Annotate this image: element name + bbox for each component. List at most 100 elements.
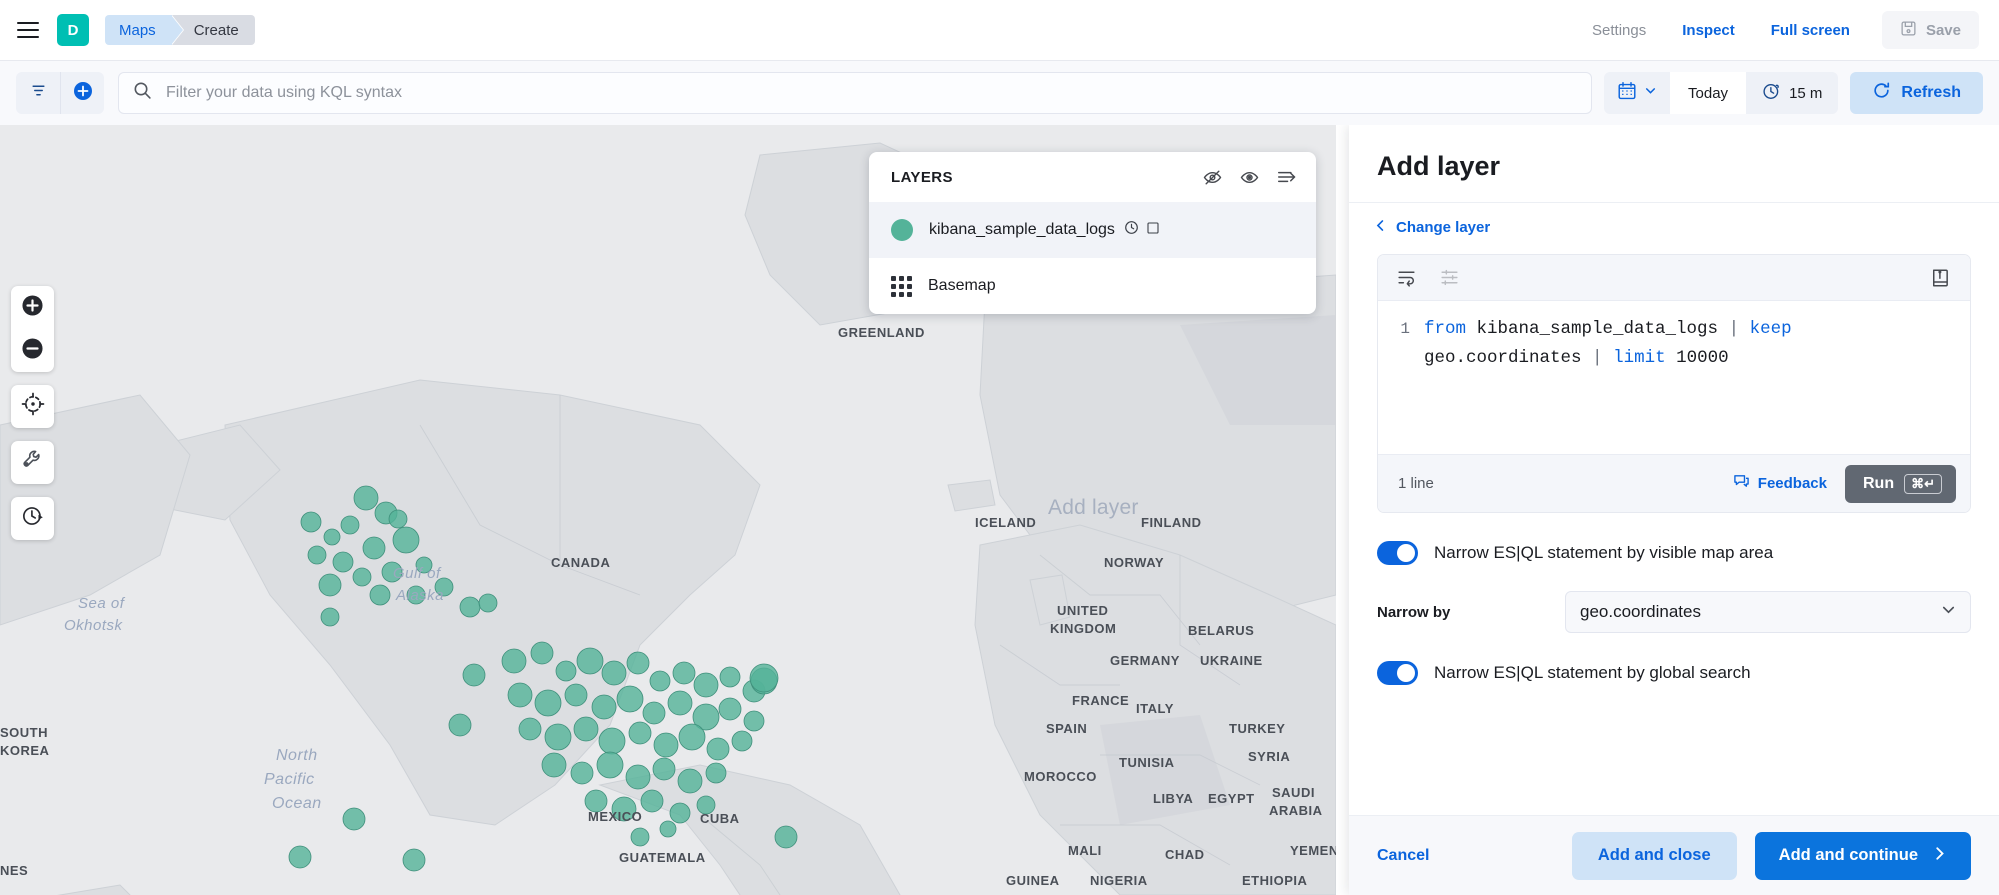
chevron-down-icon: [1941, 602, 1956, 622]
layer-badges: [1124, 220, 1160, 240]
editor-settings-icon: [1439, 267, 1460, 288]
map-controls: [11, 286, 54, 553]
search-input[interactable]: [164, 83, 1578, 103]
hamburger-menu-icon[interactable]: [17, 22, 39, 38]
narrow-by-label: Narrow by: [1377, 603, 1451, 621]
calendar-icon: [1617, 81, 1637, 106]
zoom-in-button[interactable]: [11, 286, 54, 329]
timeslider-button[interactable]: [11, 497, 54, 540]
save-label: Save: [1925, 21, 1961, 39]
settings-button[interactable]: Settings: [1574, 22, 1664, 39]
chevron-down-icon: [1644, 84, 1657, 102]
narrow-by-field-row: Narrow by geo.coordinates: [1377, 591, 1971, 633]
breadcrumb-maps-label: Maps: [119, 21, 156, 39]
breadcrumb-item-create[interactable]: Create: [171, 15, 255, 45]
layer-item-basemap[interactable]: Basemap: [869, 258, 1316, 314]
crosshair-icon: [21, 392, 45, 421]
refresh-button[interactable]: Refresh: [1850, 72, 1983, 114]
esql-keyword-keep: keep: [1749, 319, 1792, 339]
filter-controls: [16, 72, 104, 114]
layer-color-swatch: [891, 219, 913, 241]
breadcrumb-item-maps[interactable]: Maps: [105, 15, 183, 45]
refresh-interval-button[interactable]: 15 m: [1746, 72, 1838, 114]
fit-to-data-card: [11, 385, 54, 428]
esql-index-name: kibana_sample_data_logs: [1466, 319, 1729, 339]
layer-name: kibana_sample_data_logs: [929, 221, 1115, 238]
change-layer-button[interactable]: Change layer: [1349, 203, 1999, 236]
layers-panel-header: LAYERS: [869, 152, 1316, 202]
refresh-interval-value: 15 m: [1789, 84, 1823, 102]
esql-editor-card: 1 from kibana_sample_data_logs | keep ge…: [1377, 254, 1971, 513]
esql-pipe: |: [1728, 319, 1740, 339]
change-layer-label: Change layer: [1396, 219, 1491, 236]
esql-query-editor[interactable]: 1 from kibana_sample_data_logs | keep ge…: [1378, 301, 1970, 454]
add-filter-button[interactable]: [60, 72, 104, 114]
esql-query-text[interactable]: from kibana_sample_data_logs | keep geo.…: [1424, 315, 1970, 444]
esql-pipe: |: [1592, 348, 1603, 368]
feedback-button[interactable]: Feedback: [1733, 473, 1827, 494]
header-actions: Settings Inspect Full screen Save: [1574, 11, 1999, 49]
chevron-left-icon: [1374, 219, 1387, 236]
zoom-control-card: [11, 286, 54, 372]
date-picker-group: Today 15 m: [1604, 72, 1839, 114]
narrow-by-global-search-row: Narrow ES|QL statement by global search: [1377, 661, 1971, 685]
tools-card: [11, 441, 54, 484]
global-header: D Maps Create Settings Inspect Full scre…: [0, 0, 1999, 61]
narrow-by-value: geo.coordinates: [1580, 602, 1701, 621]
space-avatar[interactable]: D: [57, 14, 89, 46]
timeslider-card: [11, 497, 54, 540]
search-icon: [133, 81, 152, 105]
narrow-by-global-search-label: Narrow ES|QL statement by global search: [1434, 663, 1751, 682]
layer-item-kibana_sample_data_logs[interactable]: kibana_sample_data_logs: [869, 202, 1316, 258]
layer-name: Basemap: [928, 277, 996, 294]
save-button[interactable]: Save: [1881, 11, 1979, 49]
search-bar[interactable]: [118, 72, 1593, 114]
grid-icon: [891, 275, 912, 297]
cancel-button[interactable]: Cancel: [1377, 847, 1429, 865]
narrow-by-global-search-toggle[interactable]: [1377, 661, 1418, 685]
layers-panel: LAYERS kibana_sample_data_logs Basemap: [869, 152, 1316, 314]
eye-slash-icon[interactable]: [1202, 167, 1223, 188]
documentation-book-icon[interactable]: [1930, 267, 1952, 289]
query-bar: Today 15 m Refresh: [0, 61, 1999, 125]
bounds-square-icon: [1146, 221, 1160, 240]
eye-icon[interactable]: [1239, 167, 1260, 188]
narrow-by-map-area-toggle[interactable]: [1377, 541, 1418, 565]
add-and-continue-button[interactable]: Add and continue: [1754, 831, 1971, 880]
save-floppy-icon: [1900, 20, 1917, 41]
clock-icon: [1762, 82, 1781, 105]
esql-limit-value: 10000: [1665, 348, 1729, 368]
add-and-continue-label: Add and continue: [1778, 846, 1918, 864]
layers-panel-actions: [1202, 166, 1298, 188]
zoom-out-button[interactable]: [11, 329, 54, 372]
inspect-button[interactable]: Inspect: [1664, 22, 1753, 39]
narrow-by-select[interactable]: geo.coordinates: [1565, 591, 1971, 633]
date-quick-select-button[interactable]: [1604, 72, 1670, 114]
layers-panel-title: LAYERS: [891, 168, 953, 186]
date-range-value[interactable]: Today: [1670, 72, 1747, 114]
refresh-icon: [1872, 81, 1891, 105]
fit-to-data-button[interactable]: [11, 385, 54, 428]
word-wrap-icon[interactable]: [1396, 267, 1417, 288]
line-count-label: 1 line: [1398, 475, 1434, 492]
add-and-close-button[interactable]: Add and close: [1571, 831, 1737, 880]
tools-button[interactable]: [11, 441, 54, 484]
add-layer-flyout: Add layer Change layer 1 from kibana_sam…: [1349, 125, 1999, 895]
editor-line-number: 1: [1400, 320, 1410, 338]
wrench-icon: [21, 448, 45, 477]
clock-play-icon: [21, 504, 45, 533]
flyout-footer: Cancel Add and close Add and continue: [1349, 815, 1999, 895]
narrow-by-map-area-label: Narrow ES|QL statement by visible map ar…: [1434, 543, 1774, 562]
arrow-to-right-icon[interactable]: [1276, 166, 1298, 188]
full-screen-button[interactable]: Full screen: [1753, 22, 1868, 39]
kibana-maps-create-page: D Maps Create Settings Inspect Full scre…: [0, 0, 1999, 895]
esql-space-1: [1739, 319, 1750, 339]
comment-icon: [1733, 473, 1750, 494]
run-query-button[interactable]: Run ⌘↵: [1844, 464, 1956, 503]
esql-editor-toolbar: [1378, 255, 1970, 301]
filter-options-button[interactable]: [16, 72, 60, 114]
flyout-header: Add layer: [1349, 125, 1999, 203]
refresh-label: Refresh: [1901, 84, 1961, 101]
map-add-layer-hint: Add layer: [1048, 496, 1139, 519]
minus-circle-icon: [21, 337, 44, 365]
